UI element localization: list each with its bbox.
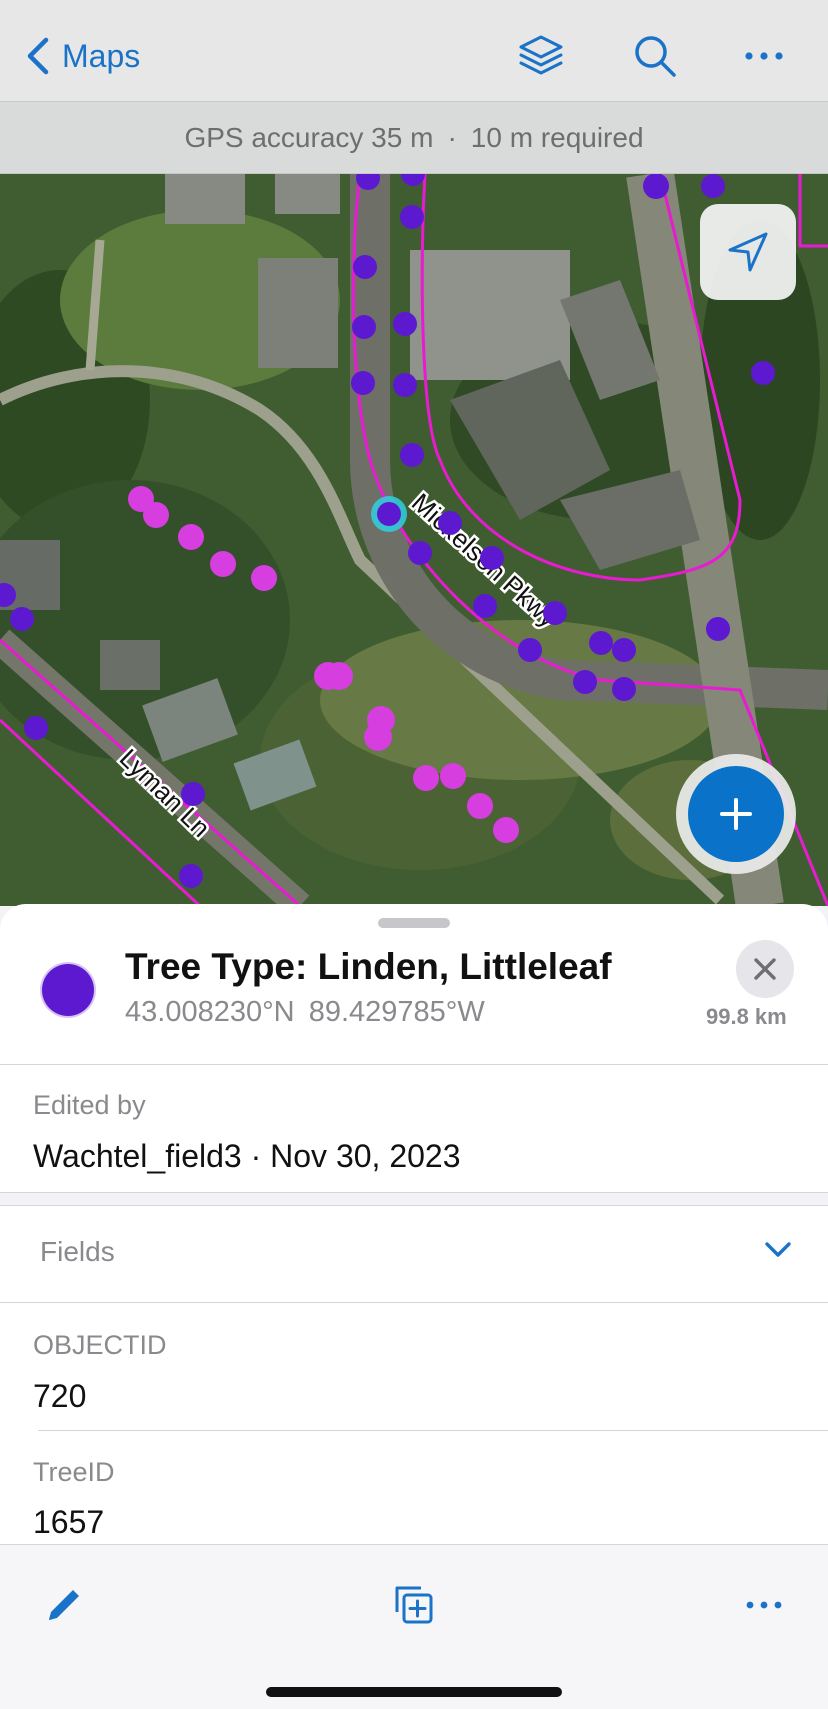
map-point[interactable]: [210, 551, 236, 577]
layers-button[interactable]: [513, 28, 569, 84]
navigation-bar: Maps: [0, 0, 828, 102]
map-point[interactable]: [473, 594, 497, 618]
feature-distance: 99.8 km: [706, 1004, 787, 1029]
map-point[interactable]: [751, 361, 775, 385]
duplicate-button[interactable]: [384, 1575, 444, 1635]
map-point[interactable]: [179, 864, 203, 888]
map-point[interactable]: [393, 312, 417, 336]
back-label: Maps: [62, 37, 141, 74]
chevron-down-icon: [762, 1238, 794, 1262]
gps-required-text: 10 m required: [470, 121, 644, 153]
map-point[interactable]: [408, 541, 432, 565]
section-separator: [0, 1192, 828, 1206]
map-point[interactable]: [543, 601, 567, 625]
gps-accuracy-text: GPS accuracy 35 m: [184, 121, 434, 153]
gps-separator: ·: [447, 121, 457, 153]
plus-icon: [720, 798, 752, 830]
close-button[interactable]: [736, 940, 794, 998]
fields-section-header[interactable]: Fields: [0, 1206, 828, 1302]
map-point[interactable]: [251, 565, 277, 591]
gps-accuracy-banner: GPS accuracy 35 m · 10 m required: [0, 102, 828, 174]
map-point[interactable]: [701, 174, 725, 198]
feature-title: Tree Type: Linden, Littleleaf: [125, 946, 612, 987]
add-feature-button-face[interactable]: [688, 766, 784, 862]
map-point[interactable]: [364, 723, 392, 751]
more-icon: [746, 1601, 782, 1609]
edit-button[interactable]: [32, 1575, 92, 1635]
map-point[interactable]: [10, 607, 34, 631]
divider: [38, 1430, 828, 1431]
divider: [0, 1302, 828, 1303]
map-point[interactable]: [181, 782, 205, 806]
map-point[interactable]: [612, 638, 636, 662]
map-view[interactable]: Mickelson Pkwy Lyman Ln: [0, 174, 828, 906]
map-point[interactable]: [178, 524, 204, 550]
field-name-treeid: TreeID: [33, 1457, 115, 1487]
search-icon: [635, 36, 676, 77]
map-point[interactable]: [413, 765, 439, 791]
field-value-objectid: 720: [33, 1378, 87, 1414]
feature-coordinates: 43.008230°N 89.429785°W: [125, 996, 485, 1029]
feature-sheet: Tree Type: Linden, Littleleaf 43.008230°…: [0, 904, 828, 1544]
map-point[interactable]: [24, 716, 48, 740]
more-button[interactable]: [736, 28, 792, 84]
feature-latitude: 43.008230°N: [125, 996, 295, 1028]
locate-arrow-icon: [728, 232, 768, 272]
search-button[interactable]: [627, 28, 683, 84]
map-point[interactable]: [518, 638, 542, 662]
divider: [0, 1064, 828, 1065]
sheet-grabber[interactable]: [378, 918, 450, 928]
map-point[interactable]: [438, 511, 462, 535]
duplicate-icon: [395, 1586, 433, 1624]
field-name-objectid: OBJECTID: [33, 1330, 167, 1360]
close-icon: [754, 958, 776, 980]
map-point[interactable]: [493, 817, 519, 843]
map-point[interactable]: [467, 793, 493, 819]
map-point[interactable]: [393, 373, 417, 397]
layers-icon: [519, 35, 563, 75]
map-point[interactable]: [643, 174, 669, 199]
more-icon: [745, 52, 783, 60]
map-point[interactable]: [612, 677, 636, 701]
map-point[interactable]: [351, 371, 375, 395]
map-point[interactable]: [440, 763, 466, 789]
toolbar-more-button[interactable]: [734, 1575, 794, 1635]
back-button[interactable]: Maps: [24, 32, 140, 80]
map-point[interactable]: [400, 443, 424, 467]
feature-symbol: [42, 964, 94, 1016]
map-point[interactable]: [589, 631, 613, 655]
fields-label: Fields: [40, 1236, 115, 1267]
home-indicator[interactable]: [266, 1687, 562, 1697]
add-feature-button[interactable]: [676, 754, 796, 874]
map-point[interactable]: [353, 255, 377, 279]
map-point[interactable]: [325, 662, 353, 690]
map-point[interactable]: [352, 315, 376, 339]
selected-point[interactable]: [377, 502, 401, 526]
locate-button[interactable]: [700, 204, 796, 300]
map-point[interactable]: [706, 617, 730, 641]
feature-longitude: 89.429785°W: [308, 996, 485, 1028]
map-point[interactable]: [480, 546, 504, 570]
map-point[interactable]: [143, 502, 169, 528]
edited-by-value: Wachtel_field3 · Nov 30, 2023: [33, 1138, 461, 1174]
edited-by-label: Edited by: [33, 1090, 146, 1120]
field-value-treeid: 1657: [33, 1504, 105, 1540]
bottom-toolbar: [0, 1544, 828, 1709]
map-point[interactable]: [573, 670, 597, 694]
chevron-left-icon: [27, 37, 49, 75]
map-point[interactable]: [400, 205, 424, 229]
pencil-icon: [49, 1590, 79, 1620]
